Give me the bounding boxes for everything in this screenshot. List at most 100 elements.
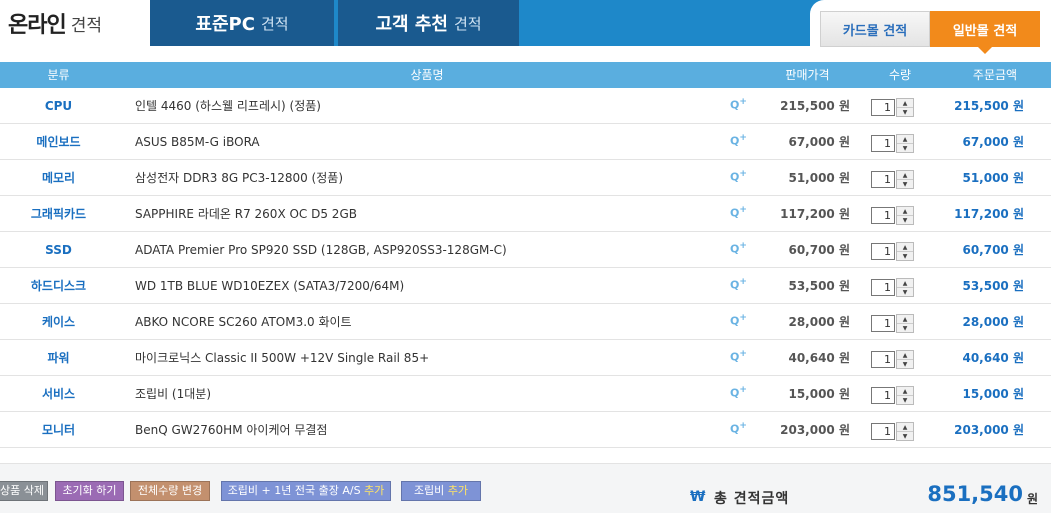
tab-standard-pc-sub: 견적 (260, 14, 289, 33)
quantity-stepper[interactable]: ▲ ▼ (896, 134, 914, 153)
quantity-input[interactable]: 1 (871, 387, 895, 404)
active-arrow-icon (978, 47, 992, 54)
row-total: 117,200 원 (954, 207, 1024, 221)
table-header: 분류 상품명 판매가격 수량 주문금액 (0, 62, 1051, 88)
row-total: 67,000 원 (962, 135, 1024, 149)
row-product-name[interactable]: 마이크로닉스 Classic II 500W +12V Single Rail … (135, 340, 429, 376)
quantity-input[interactable]: 1 (871, 171, 895, 188)
add-assembly-button[interactable]: 조립비 추가 (401, 481, 481, 501)
stepper-down-icon[interactable]: ▼ (897, 108, 913, 117)
tab-standard-pc[interactable]: 표준PC 견적 (150, 0, 334, 46)
row-product-name[interactable]: 삼성전자 DDR3 8G PC3-12800 (정품) (135, 160, 343, 196)
quantity-stepper[interactable]: ▲ ▼ (896, 350, 914, 369)
zoom-in-icon[interactable]: Q+ (730, 349, 748, 364)
delete-items-button[interactable]: 상품 삭제 (0, 481, 48, 501)
stepper-up-icon[interactable]: ▲ (897, 99, 913, 108)
row-category: 메모리 (41, 171, 76, 185)
quantity-stepper[interactable]: ▲ ▼ (896, 278, 914, 297)
mall-switch: 카드몰 견적 일반몰 견적 (810, 0, 1051, 62)
row-price: 51,000 원 (788, 171, 850, 185)
quantity-input[interactable]: 1 (871, 423, 895, 440)
zoom-in-icon[interactable]: Q+ (730, 169, 748, 184)
table-row: 메인보드 ASUS B85M-G iBORA Q+ 67,000 원 1 ▲ ▼ 67,000… (0, 124, 1051, 160)
zoom-in-icon[interactable]: Q+ (730, 421, 748, 436)
table-row: 서비스 조립비 (1대분) Q+ 15,000 원 1 ▲ ▼ 15,000 원 (0, 376, 1051, 412)
row-total: 215,500 원 (954, 99, 1024, 113)
quantity-stepper[interactable]: ▲ ▼ (896, 422, 914, 441)
change-all-qty-button[interactable]: 전체수량 변경 (130, 481, 210, 501)
quantity-stepper[interactable]: ▲ ▼ (896, 206, 914, 225)
card-mall-button[interactable]: 카드몰 견적 (820, 11, 930, 47)
won-icon: ₩ (690, 489, 706, 505)
tab-customer-recommend[interactable]: 고객 추천 견적 (338, 0, 519, 46)
header-price: 판매가격 (785, 68, 830, 82)
row-total: 203,000 원 (954, 423, 1024, 437)
stepper-up-icon[interactable]: ▲ (897, 171, 913, 180)
stepper-down-icon[interactable]: ▼ (897, 288, 913, 297)
row-product-name[interactable]: WD 1TB BLUE WD10EZEX (SATA3/7200/64M) (135, 268, 404, 304)
quantity-input[interactable]: 1 (871, 243, 895, 260)
stepper-down-icon[interactable]: ▼ (897, 324, 913, 333)
stepper-down-icon[interactable]: ▼ (897, 180, 913, 189)
row-price: 67,000 원 (788, 135, 850, 149)
zoom-in-icon[interactable]: Q+ (730, 97, 748, 112)
row-product-name[interactable]: BenQ GW2760HM 아이케어 무결점 (135, 412, 327, 448)
quantity-stepper[interactable]: ▲ ▼ (896, 98, 914, 117)
quantity-input[interactable]: 1 (871, 279, 895, 296)
row-total: 15,000 원 (962, 387, 1024, 401)
quantity-stepper[interactable]: ▲ ▼ (896, 314, 914, 333)
zoom-in-icon[interactable]: Q+ (730, 241, 748, 256)
quantity-input[interactable]: 1 (871, 99, 895, 116)
stepper-down-icon[interactable]: ▼ (897, 144, 913, 153)
normal-mall-button[interactable]: 일반몰 견적 (930, 11, 1040, 47)
row-total: 60,700 원 (962, 243, 1024, 257)
add-assembly-add: 추가 (447, 484, 469, 497)
row-category: 메인보드 (36, 135, 81, 149)
stepper-down-icon[interactable]: ▼ (897, 360, 913, 369)
stepper-up-icon[interactable]: ▲ (897, 387, 913, 396)
row-total: 28,000 원 (962, 315, 1024, 329)
row-product-name[interactable]: ABKO NCORE SC260 ATOM3.0 화이트 (135, 304, 352, 340)
stepper-up-icon[interactable]: ▲ (897, 315, 913, 324)
quantity-stepper[interactable]: ▲ ▼ (896, 170, 914, 189)
stepper-up-icon[interactable]: ▲ (897, 279, 913, 288)
row-product-name[interactable]: ASUS B85M-G iBORA (135, 124, 260, 160)
total-label: 총 견적금액 (714, 491, 790, 507)
add-assembly-service-add: 추가 (364, 484, 385, 497)
row-category: 파워 (47, 351, 70, 365)
row-product-name[interactable]: ADATA Premier Pro SP920 SSD (128GB, ASP9… (135, 232, 507, 268)
zoom-in-icon[interactable]: Q+ (730, 385, 748, 400)
add-assembly-service-button[interactable]: 조립비 + 1년 전국 출장 A/S 추가 (221, 481, 391, 501)
quantity-stepper[interactable]: ▲ ▼ (896, 386, 914, 405)
stepper-down-icon[interactable]: ▼ (897, 396, 913, 405)
stepper-up-icon[interactable]: ▲ (897, 423, 913, 432)
row-product-name[interactable]: 조립비 (1대분) (135, 376, 211, 412)
quantity-input[interactable]: 1 (871, 207, 895, 224)
stepper-up-icon[interactable]: ▲ (897, 243, 913, 252)
stepper-up-icon[interactable]: ▲ (897, 207, 913, 216)
quantity-input[interactable]: 1 (871, 315, 895, 332)
quantity-input[interactable]: 1 (871, 351, 895, 368)
row-category: 그래픽카드 (30, 207, 87, 221)
tab-customer-recommend-label: 고객 추천 (375, 14, 448, 35)
reset-button[interactable]: 초기화 하기 (55, 481, 124, 501)
quantity-input[interactable]: 1 (871, 135, 895, 152)
stepper-down-icon[interactable]: ▼ (897, 432, 913, 441)
row-category: CPU (44, 99, 73, 113)
zoom-in-icon[interactable]: Q+ (730, 277, 748, 292)
stepper-down-icon[interactable]: ▼ (897, 252, 913, 261)
stepper-up-icon[interactable]: ▲ (897, 351, 913, 360)
total-value: 851,540 (927, 482, 1023, 506)
row-total: 53,500 원 (962, 279, 1024, 293)
quantity-stepper[interactable]: ▲ ▼ (896, 242, 914, 261)
zoom-in-icon[interactable]: Q+ (730, 205, 748, 220)
row-product-name[interactable]: SAPPHIRE 라데온 R7 260X OC D5 2GB (135, 196, 357, 232)
zoom-in-icon[interactable]: Q+ (730, 313, 748, 328)
stepper-down-icon[interactable]: ▼ (897, 216, 913, 225)
zoom-in-icon[interactable]: Q+ (730, 133, 748, 148)
row-product-name[interactable]: 인텔 4460 (하스웰 리프레시) (정품) (135, 88, 321, 124)
row-price: 117,200 원 (780, 207, 850, 221)
row-price: 28,000 원 (788, 315, 850, 329)
header-qty: 수량 (888, 68, 912, 82)
stepper-up-icon[interactable]: ▲ (897, 135, 913, 144)
